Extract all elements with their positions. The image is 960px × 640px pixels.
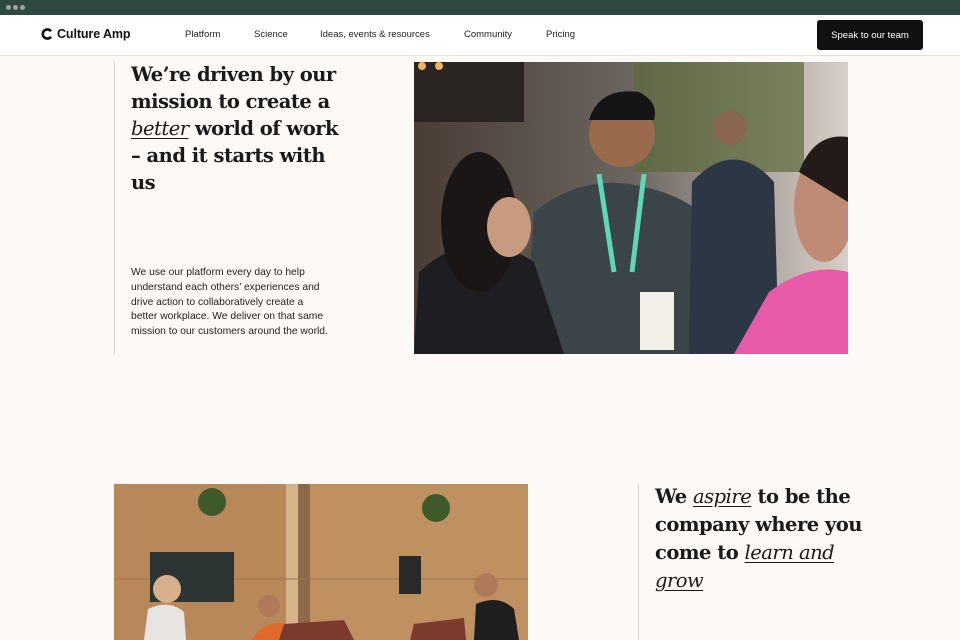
- nav-item-ideas-events-resources[interactable]: Ideas, events & resources: [320, 29, 430, 40]
- nav-item-science[interactable]: Science: [254, 29, 288, 40]
- section-divider: [638, 484, 639, 640]
- browser-chrome: [0, 0, 960, 15]
- aspire-heading-emphasis: aspire: [693, 485, 752, 508]
- aspire-heading-text: We: [655, 485, 694, 508]
- office-work-photo: [114, 484, 528, 640]
- mission-heading-text: We’re driven by our mission to create a: [131, 63, 336, 113]
- nav-item-community[interactable]: Community: [464, 29, 512, 40]
- top-nav: Culture Amp Platform Science Ideas, even…: [0, 15, 960, 56]
- nav-item-platform[interactable]: Platform: [185, 29, 220, 40]
- mission-body: We use our platform every day to help un…: [131, 267, 328, 338]
- nav-item-pricing[interactable]: Pricing: [546, 29, 575, 40]
- aspire-heading: We aspire to be the company where you co…: [655, 483, 875, 595]
- brand-name: Culture Amp: [57, 27, 131, 41]
- window-dot: [13, 5, 18, 10]
- team-event-photo: [414, 62, 848, 354]
- section-divider: [114, 62, 115, 354]
- culture-amp-logo[interactable]: Culture Amp: [41, 27, 131, 41]
- mission-heading: We’re driven by our mission to create a …: [131, 61, 351, 196]
- speak-to-team-button[interactable]: Speak to our team: [817, 20, 923, 50]
- window-dot: [20, 5, 25, 10]
- culture-amp-logo-icon: [41, 28, 53, 40]
- mission-heading-emphasis: better: [131, 117, 189, 140]
- window-dot: [6, 5, 11, 10]
